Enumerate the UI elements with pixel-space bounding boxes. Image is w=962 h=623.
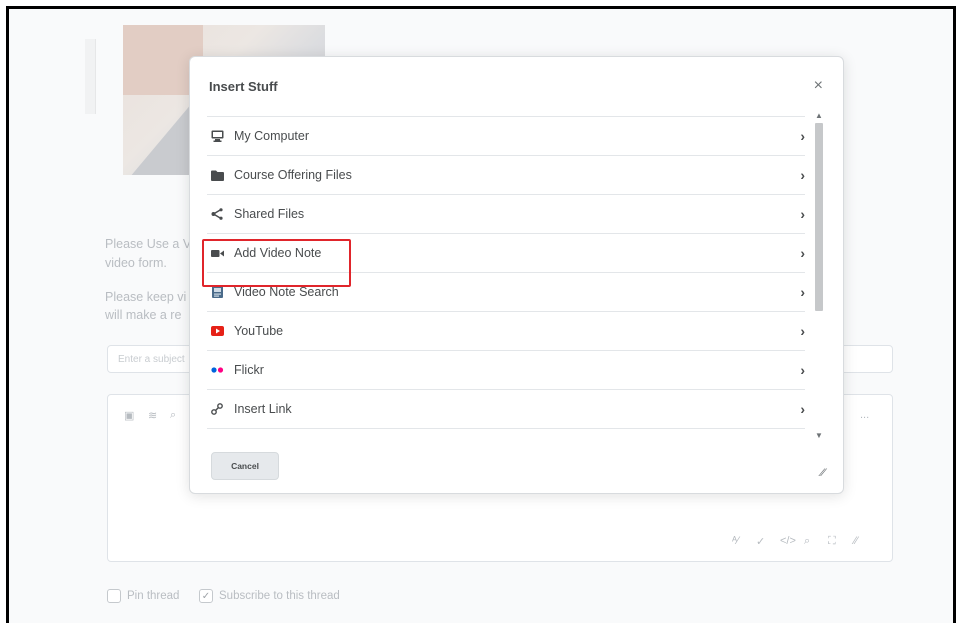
list-item-label: Shared Files — [234, 207, 305, 221]
list-item-my-computer[interactable]: My Computer › — [207, 116, 805, 156]
scroll-up-icon[interactable]: ▲ — [813, 111, 825, 121]
insert-source-list: My Computer › Course Offering Files › Sh… — [207, 116, 805, 441]
list-item-label: Flickr — [234, 363, 264, 377]
pin-thread-checkbox[interactable] — [107, 589, 121, 603]
fullscreen-icon[interactable]: ⛶ — [828, 535, 836, 548]
instruction-line-3: Please keep vi — [105, 290, 187, 304]
list-item-flickr[interactable]: Flickr › — [207, 351, 805, 390]
list-item-label: Add Video Note — [234, 246, 322, 260]
cancel-button[interactable]: Cancel — [211, 452, 279, 480]
list-item-youtube[interactable]: YouTube › — [207, 312, 805, 351]
list-item-insert-link[interactable]: Insert Link › — [207, 390, 805, 429]
insert-quicklink-icon[interactable]: ≋ — [148, 409, 157, 422]
chevron-right-icon: › — [800, 245, 805, 261]
link-tool-icon[interactable]: ⌕ — [170, 409, 176, 422]
chevron-right-icon: › — [800, 401, 805, 417]
resize-grip-icon[interactable]: ⁄⁄ — [821, 467, 825, 479]
insert-stuff-icon[interactable]: ▣ — [124, 409, 134, 422]
folder-icon — [210, 168, 224, 182]
pin-thread-option[interactable]: Pin thread — [107, 589, 179, 603]
list-item-shared-files[interactable]: Shared Files › — [207, 195, 805, 234]
subscribe-checkbox[interactable]: ✓ — [199, 589, 213, 603]
chevron-right-icon: › — [800, 323, 805, 339]
accessibility-check-icon[interactable]: ✓ — [756, 535, 765, 548]
subject-placeholder: Enter a subject — [118, 354, 185, 365]
instruction-line-2: video form. — [105, 256, 167, 270]
list-item-video-note-search[interactable]: Video Note Search › — [207, 273, 805, 312]
list-item-label: Video Note Search — [234, 285, 339, 299]
video-note-search-icon — [210, 285, 224, 299]
list-item-course-offering-files[interactable]: Course Offering Files › — [207, 156, 805, 195]
list-item-label: Insert Link — [234, 402, 292, 416]
dialog-title: Insert Stuff — [209, 79, 278, 94]
youtube-icon — [210, 324, 224, 338]
chevron-right-icon: › — [800, 167, 805, 183]
resize-icon[interactable]: ⁄⁄ — [854, 535, 858, 547]
video-camera-icon — [210, 246, 224, 260]
preview-icon[interactable]: ⌕ — [804, 535, 810, 548]
share-icon — [210, 207, 224, 221]
chevron-right-icon: › — [800, 284, 805, 300]
list-item-label: My Computer — [234, 129, 310, 143]
insert-stuff-dialog: Insert Stuff × My Computer › Course Offe… — [189, 56, 844, 494]
scrollbar-thumb[interactable] — [815, 123, 823, 311]
instruction-line-4: will make a re — [105, 308, 182, 322]
spellcheck-icon[interactable]: ᴬ⁄ — [732, 535, 739, 547]
list-item-label: Course Offering Files — [234, 168, 352, 182]
link-icon — [210, 402, 224, 416]
computer-icon — [210, 129, 224, 143]
flickr-icon — [210, 363, 224, 377]
pin-thread-label: Pin thread — [127, 590, 180, 602]
close-icon[interactable]: × — [814, 77, 823, 95]
instruction-line-1: Please Use a V — [105, 237, 192, 251]
subscribe-label: Subscribe to this thread — [219, 590, 340, 602]
more-options-button[interactable]: ... — [860, 409, 869, 421]
chevron-right-icon: › — [800, 362, 805, 378]
chevron-right-icon: › — [800, 128, 805, 144]
side-panel-tab[interactable] — [85, 39, 96, 114]
list-item-label: YouTube — [234, 324, 284, 338]
subscribe-option[interactable]: ✓ Subscribe to this thread — [199, 589, 340, 603]
scroll-down-icon[interactable]: ▼ — [813, 431, 825, 441]
page-frame: Please Use a V video form. Please keep v… — [6, 6, 956, 623]
list-item-add-video-note[interactable]: Add Video Note › — [207, 234, 805, 273]
source-code-icon[interactable]: </> — [780, 535, 796, 547]
chevron-right-icon: › — [800, 206, 805, 222]
list-scrollbar[interactable]: ▲ ▼ — [813, 111, 825, 441]
